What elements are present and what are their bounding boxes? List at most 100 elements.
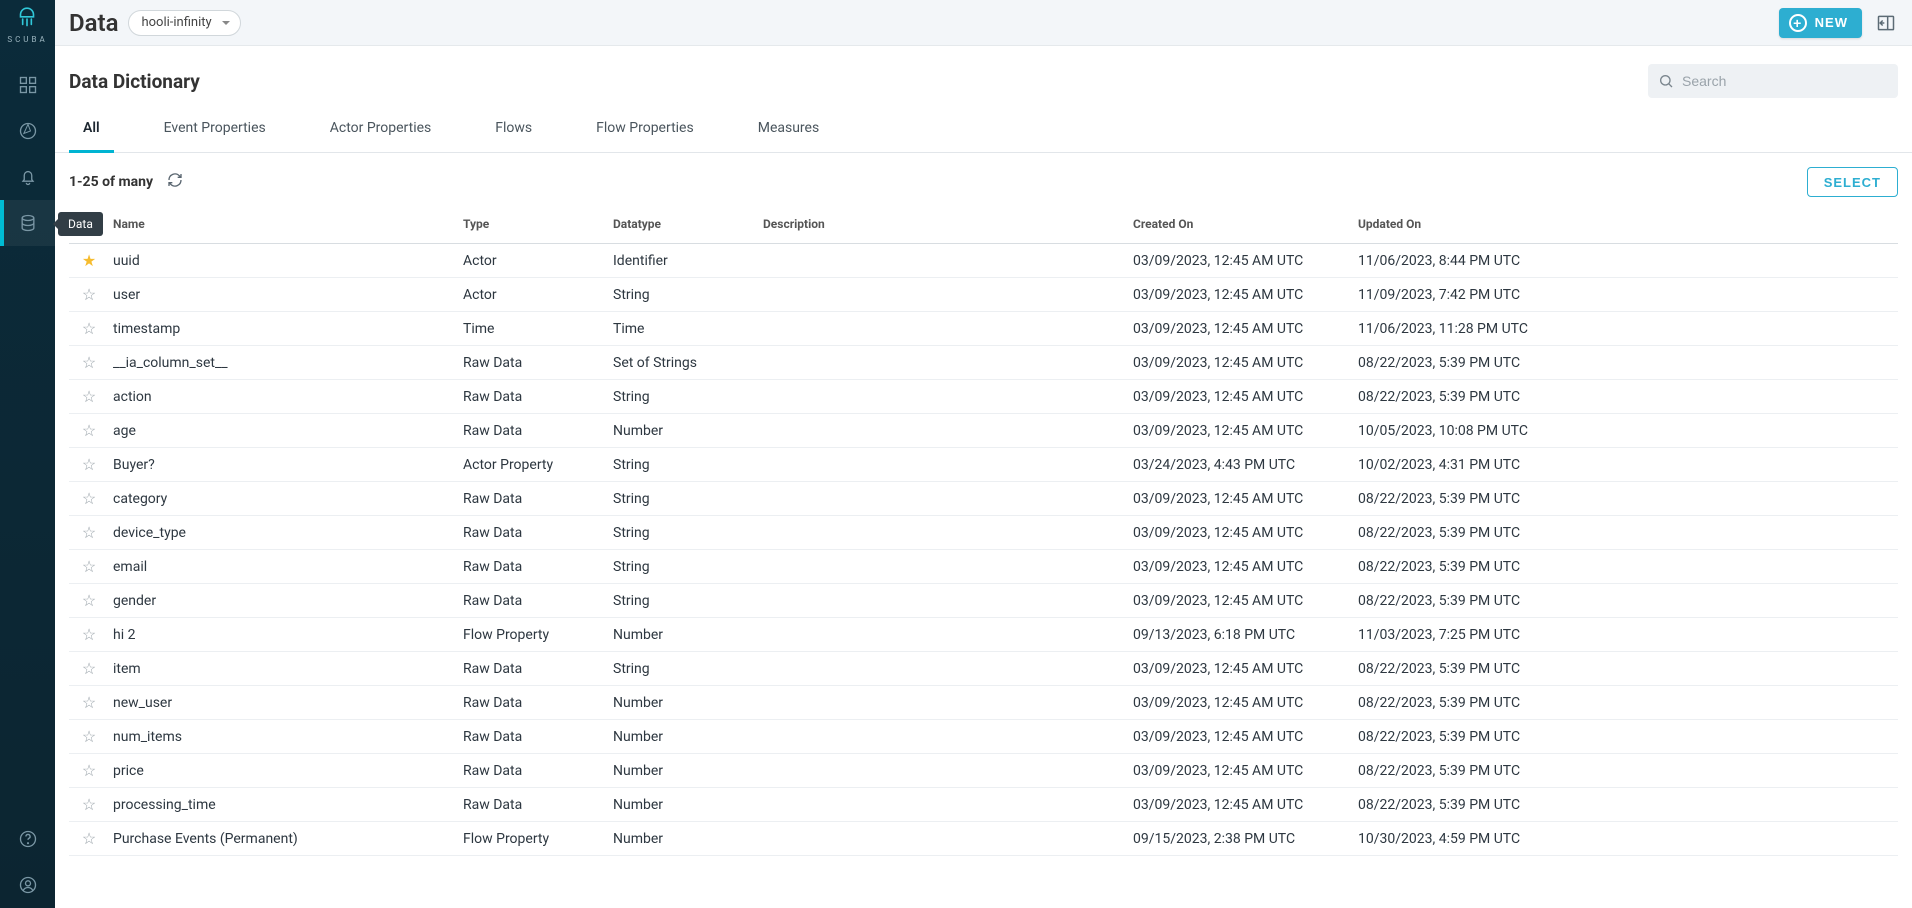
table-row[interactable]: processing_timeRaw DataNumber03/09/2023,…: [69, 788, 1898, 822]
favorite-toggle[interactable]: [69, 686, 109, 720]
col-datatype[interactable]: Datatype: [609, 211, 759, 244]
table-scroll[interactable]: Name Type Datatype Description Created O…: [55, 211, 1912, 908]
table-row[interactable]: emailRaw DataString03/09/2023, 12:45 AM …: [69, 550, 1898, 584]
search-input[interactable]: [1682, 73, 1888, 89]
star-outline-icon: [82, 628, 96, 644]
tab-flow-properties[interactable]: Flow Properties: [582, 108, 708, 153]
tab-all[interactable]: All: [69, 108, 114, 153]
cell-created: 03/09/2023, 12:45 AM UTC: [1129, 380, 1354, 414]
nav-data[interactable]: Data: [0, 200, 55, 246]
favorite-toggle[interactable]: [69, 346, 109, 380]
cell-created: 03/09/2023, 12:45 AM UTC: [1129, 244, 1354, 278]
nav-explore[interactable]: [0, 108, 55, 154]
table-row[interactable]: hi 2Flow PropertyNumber09/13/2023, 6:18 …: [69, 618, 1898, 652]
table-row[interactable]: num_itemsRaw DataNumber03/09/2023, 12:45…: [69, 720, 1898, 754]
table-row[interactable]: Purchase Events (Permanent)Flow Property…: [69, 822, 1898, 856]
tab-flows[interactable]: Flows: [481, 108, 546, 153]
table-row[interactable]: actionRaw DataString03/09/2023, 12:45 AM…: [69, 380, 1898, 414]
new-button[interactable]: + NEW: [1779, 8, 1862, 38]
select-button[interactable]: SELECT: [1807, 167, 1898, 197]
favorite-toggle[interactable]: [69, 720, 109, 754]
panel-toggle-icon[interactable]: [1874, 11, 1898, 35]
favorite-toggle[interactable]: [69, 652, 109, 686]
star-outline-icon: [82, 424, 96, 440]
refresh-button[interactable]: [167, 172, 183, 192]
favorite-toggle[interactable]: [69, 482, 109, 516]
cell-type: Raw Data: [459, 414, 609, 448]
cell-datatype: Time: [609, 312, 759, 346]
col-type[interactable]: Type: [459, 211, 609, 244]
cell-updated: 08/22/2023, 5:39 PM UTC: [1354, 380, 1898, 414]
table-row[interactable]: __ia_column_set__Raw DataSet of Strings0…: [69, 346, 1898, 380]
cell-created: 03/09/2023, 12:45 AM UTC: [1129, 414, 1354, 448]
favorite-toggle[interactable]: [69, 244, 109, 278]
cell-type: Raw Data: [459, 754, 609, 788]
favorite-toggle[interactable]: [69, 754, 109, 788]
favorite-toggle[interactable]: [69, 380, 109, 414]
table-row[interactable]: itemRaw DataString03/09/2023, 12:45 AM U…: [69, 652, 1898, 686]
favorite-toggle[interactable]: [69, 584, 109, 618]
search-field[interactable]: [1648, 64, 1898, 98]
table-row[interactable]: categoryRaw DataString03/09/2023, 12:45 …: [69, 482, 1898, 516]
cell-datatype: Number: [609, 788, 759, 822]
cell-created: 03/09/2023, 12:45 AM UTC: [1129, 686, 1354, 720]
col-name[interactable]: Name: [109, 211, 459, 244]
cell-datatype: Number: [609, 618, 759, 652]
favorite-toggle[interactable]: [69, 550, 109, 584]
table-row[interactable]: ageRaw DataNumber03/09/2023, 12:45 AM UT…: [69, 414, 1898, 448]
cell-datatype: String: [609, 550, 759, 584]
table-row[interactable]: genderRaw DataString03/09/2023, 12:45 AM…: [69, 584, 1898, 618]
table-row[interactable]: device_typeRaw DataString03/09/2023, 12:…: [69, 516, 1898, 550]
col-updated[interactable]: Updated On: [1354, 211, 1898, 244]
favorite-toggle[interactable]: [69, 788, 109, 822]
dataset-selector[interactable]: hooli-infinity: [128, 10, 240, 36]
cell-name: action: [109, 380, 459, 414]
star-outline-icon: [82, 322, 96, 338]
col-description[interactable]: Description: [759, 211, 1129, 244]
cell-updated: 08/22/2023, 5:39 PM UTC: [1354, 788, 1898, 822]
cell-datatype: String: [609, 278, 759, 312]
col-created[interactable]: Created On: [1129, 211, 1354, 244]
nav-dashboards[interactable]: [0, 62, 55, 108]
cell-description: [759, 448, 1129, 482]
cell-datatype: String: [609, 482, 759, 516]
cell-name: category: [109, 482, 459, 516]
favorite-toggle[interactable]: [69, 278, 109, 312]
favorite-toggle[interactable]: [69, 414, 109, 448]
favorite-toggle[interactable]: [69, 618, 109, 652]
cell-type: Flow Property: [459, 822, 609, 856]
tab-actor-properties[interactable]: Actor Properties: [316, 108, 446, 153]
cell-name: price: [109, 754, 459, 788]
cell-created: 03/09/2023, 12:45 AM UTC: [1129, 584, 1354, 618]
nav-profile[interactable]: [0, 862, 55, 908]
table-row[interactable]: uuidActorIdentifier03/09/2023, 12:45 AM …: [69, 244, 1898, 278]
table-row[interactable]: timestampTimeTime03/09/2023, 12:45 AM UT…: [69, 312, 1898, 346]
cell-type: Actor: [459, 244, 609, 278]
favorite-toggle[interactable]: [69, 516, 109, 550]
cell-datatype: Number: [609, 822, 759, 856]
star-outline-icon: [82, 764, 96, 780]
favorite-toggle[interactable]: [69, 448, 109, 482]
table-row[interactable]: userActorString03/09/2023, 12:45 AM UTC1…: [69, 278, 1898, 312]
table-row[interactable]: priceRaw DataNumber03/09/2023, 12:45 AM …: [69, 754, 1898, 788]
plus-circle-icon: +: [1789, 14, 1807, 32]
sidebar-tooltip: Data: [58, 212, 103, 236]
nav-help[interactable]: [0, 816, 55, 862]
star-outline-icon: [82, 288, 96, 304]
table-row[interactable]: Buyer?Actor PropertyString03/24/2023, 4:…: [69, 448, 1898, 482]
nav-alerts[interactable]: [0, 154, 55, 200]
cell-type: Actor Property: [459, 448, 609, 482]
cell-description: [759, 414, 1129, 448]
favorite-toggle[interactable]: [69, 312, 109, 346]
tab-event-properties[interactable]: Event Properties: [150, 108, 280, 153]
tab-measures[interactable]: Measures: [744, 108, 833, 153]
cell-type: Raw Data: [459, 652, 609, 686]
favorite-toggle[interactable]: [69, 822, 109, 856]
table-row[interactable]: new_userRaw DataNumber03/09/2023, 12:45 …: [69, 686, 1898, 720]
cell-datatype: String: [609, 584, 759, 618]
cell-name: email: [109, 550, 459, 584]
cell-created: 03/09/2023, 12:45 AM UTC: [1129, 550, 1354, 584]
cell-created: 09/15/2023, 2:38 PM UTC: [1129, 822, 1354, 856]
star-outline-icon: [82, 560, 96, 576]
cell-name: device_type: [109, 516, 459, 550]
